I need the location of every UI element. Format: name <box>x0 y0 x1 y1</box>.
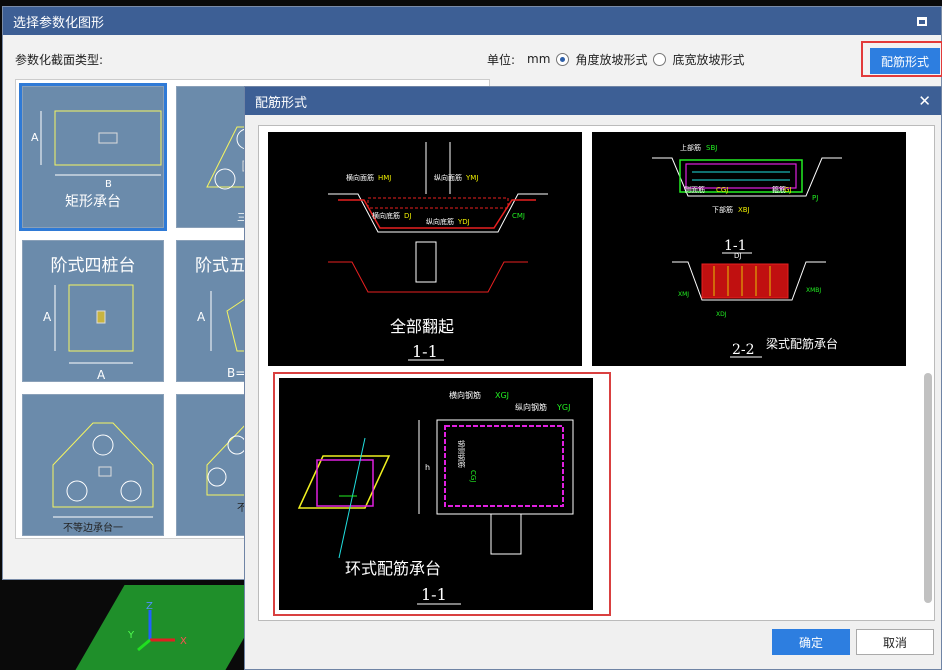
opt2-label-bottom: 下部筋 <box>712 205 733 214</box>
opt1-label-top2: 纵向面筋 <box>434 173 462 182</box>
opt1-label-bottom: 横向底筋 <box>372 211 400 220</box>
unit-value: mm <box>527 52 551 66</box>
opt2-label-dj: DJ <box>734 252 741 260</box>
opt2-label-xmbj: XMBJ <box>806 287 821 294</box>
thumb5-caption: 不等边承台一 <box>63 523 123 534</box>
scroll-thumb[interactable] <box>924 373 932 603</box>
opt2-label-top-code: SBJ <box>706 144 717 152</box>
radio-width-label[interactable]: 底宽放坡形式 <box>672 51 744 68</box>
unit-options: 单位: mm 角度放坡形式 底宽放坡形式 <box>487 51 744 68</box>
opt2-title: 梁式配筋承台 <box>766 336 838 351</box>
thumb-step-four-pile[interactable]: 阶式四桩台 A A <box>22 240 164 382</box>
unit-label: 单位: <box>487 52 516 67</box>
thumb1-dim-b: B <box>105 179 112 190</box>
opt2-label-bottom-code: XBJ <box>738 206 750 214</box>
opt1-title: 全部翻起 <box>390 317 454 336</box>
selected-option-highlight <box>273 372 611 616</box>
thumb3-dim-b: A <box>97 368 106 382</box>
main-title-bar: 选择参数化图形 <box>3 7 941 35</box>
rebar-options-panel: 横向面筋 HMJ 纵向面筋 YMJ 横向底筋 DJ 纵向底筋 YDJ CMJ 全… <box>258 125 935 621</box>
rebar-option-full-bent[interactable]: 横向面筋 HMJ 纵向面筋 YMJ 横向底筋 DJ 纵向底筋 YDJ CMJ 全… <box>268 132 582 366</box>
dialog-title: 配筋形式 <box>255 95 308 111</box>
opt2-label-pj: PJ <box>812 194 818 202</box>
opt1-label-side: CMJ <box>512 212 525 220</box>
axis-x-label: X <box>180 636 187 647</box>
ok-button[interactable]: 确定 <box>772 629 850 655</box>
opt1-label-bottom-code: DJ <box>404 212 411 220</box>
opt1-label-bottom2-code: YDJ <box>457 218 470 226</box>
cancel-button[interactable]: 取消 <box>856 629 934 655</box>
section-type-label: 参数化截面类型: <box>15 52 104 67</box>
opt2-label-side-code: CGJ <box>716 186 728 194</box>
opt2-label-xmj: XMJ <box>678 291 689 298</box>
opt2-label-side: 侧面筋 <box>684 185 705 194</box>
opt1-section: 1-1 <box>412 342 438 361</box>
radio-angle-label[interactable]: 角度放坡形式 <box>575 51 647 68</box>
close-icon[interactable]: ✕ <box>918 92 931 110</box>
axis-y-label: Y <box>127 630 135 641</box>
options-scrollbar[interactable] <box>923 128 933 618</box>
radio-width-slope[interactable] <box>653 52 667 66</box>
opt1-label-top: 横向面筋 <box>346 173 374 182</box>
axis-gizmo: Z X Y <box>127 601 187 652</box>
opt2-label-xdj: XDJ <box>716 311 727 318</box>
main-title: 选择参数化图形 <box>13 15 105 31</box>
opt1-label-bottom2: 纵向底筋 <box>426 217 454 226</box>
axis-z-label: Z <box>146 601 153 612</box>
rebar-option-beam-type[interactable]: 上部筋 SBJ 侧面筋 CGJ 下部筋 XBJ 箍筋 GJ PJ 1-1 DJ … <box>592 132 906 366</box>
thumb1-dim-a: A <box>31 131 39 144</box>
radio-angle-slope[interactable] <box>556 52 570 66</box>
opt2-label-top: 上部筋 <box>680 143 701 152</box>
options-row: 参数化截面类型: 单位: mm 角度放坡形式 底宽放坡形式 <box>3 47 941 71</box>
rebar-button-highlight <box>861 41 942 77</box>
opt2-section2: 2-2 <box>732 342 755 358</box>
maximize-icon[interactable] <box>917 16 927 26</box>
thumb-unequal-cap-1[interactable]: 不等边承台一 <box>22 394 164 536</box>
thumb3-dim-a: A <box>43 310 52 324</box>
thumb1-caption: 矩形承台 <box>65 194 121 210</box>
opt1-label-top2-code: YMJ <box>465 174 478 182</box>
rebar-form-dialog: 配筋形式 ✕ 横向面筋 HMJ 纵向面筋 YMJ 横向底筋 DJ 纵向底筋 YD… <box>244 86 942 670</box>
opt2-label-stirrup-code: GJ <box>784 186 792 194</box>
opt1-label-top-code: HMJ <box>378 174 391 182</box>
thumb4-dim-a: A <box>197 310 206 324</box>
thumb-rect-cap[interactable]: A B 矩形承台 <box>19 83 167 231</box>
dialog-title-bar: 配筋形式 ✕ <box>245 87 941 115</box>
